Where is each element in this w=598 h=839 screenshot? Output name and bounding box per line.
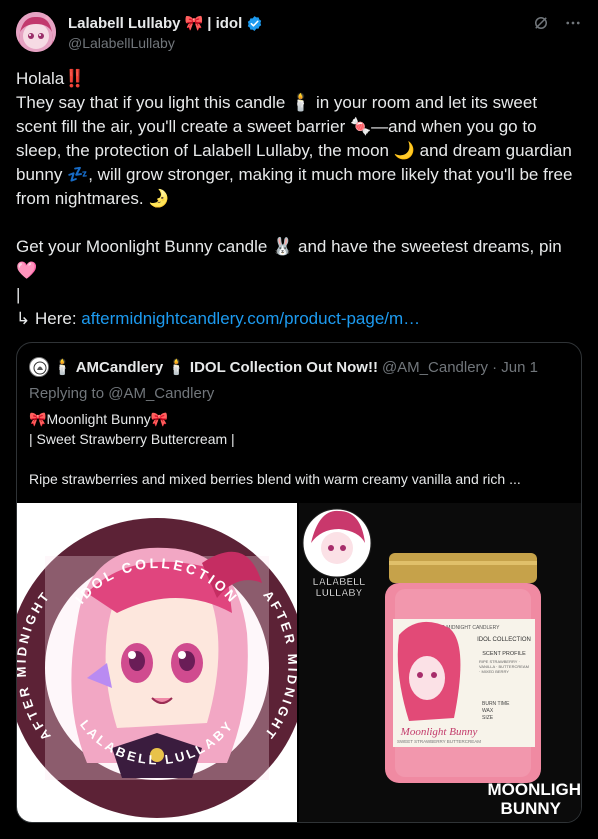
here-label: ↳ Here: xyxy=(16,309,77,328)
product-title: Moonlight Bunny xyxy=(46,411,151,427)
quoted-author-avatar[interactable] xyxy=(29,357,49,377)
author-handle[interactable]: @LalabellLullaby xyxy=(68,35,263,51)
quoted-post-text: 🎀Moonlight Bunny🎀 | Sweet Strawberry But… xyxy=(29,409,569,489)
candle-emoji: 🕯️ xyxy=(53,359,72,376)
label-size: SIZE xyxy=(482,715,494,721)
quoted-author-name-a[interactable]: AMCandlery xyxy=(76,359,164,376)
ribbon-emoji: 🎀 xyxy=(29,411,47,427)
label-title: Moonlight Bunny xyxy=(400,726,478,738)
label-wax: WAX xyxy=(482,708,494,714)
quoted-post-header: 🕯️ AMCandlery 🕯️ IDOL Collection Out Now… xyxy=(29,357,538,377)
candy-emoji: 🍬 xyxy=(349,117,372,136)
quoted-post[interactable]: 🕯️ AMCandlery 🕯️ IDOL Collection Out Now… xyxy=(16,342,582,823)
para2-part-b: and have the sweetest dreams, pin xyxy=(298,237,562,256)
product-link[interactable]: aftermidnightcandlery.com/product-page/m… xyxy=(81,309,420,328)
quoted-author-name-b[interactable]: IDOL Collection Out Now!! xyxy=(190,359,378,376)
label-burn: BURN TIME xyxy=(482,701,510,707)
quoted-author-handle[interactable]: @AM_Candlery xyxy=(382,359,488,376)
candle-emoji: 🕯️ xyxy=(290,93,312,112)
author-block: Lalabell Lullaby 🎀 | idol @LalabellLulla… xyxy=(68,14,263,51)
candle-emoji: 🕯️ xyxy=(167,359,186,376)
zzz-emoji: 💤 xyxy=(67,165,89,184)
label-sub: SWEET STRAWBERRY BUTTERCREAM xyxy=(397,739,481,744)
corner-text-line2: BUNNY xyxy=(501,799,562,818)
post-header: Lalabell Lullaby 🎀 | idol @LalabellLulla… xyxy=(16,12,582,52)
label-profile: SCENT PROFILE xyxy=(482,651,526,657)
heart-emoji: 🩷 xyxy=(16,261,38,280)
badge-line1: LALABELL xyxy=(313,577,366,588)
more-icon[interactable] xyxy=(564,14,582,35)
ribbon-emoji: 🎀 xyxy=(184,15,204,32)
corner-text-line1: MOONLIGH xyxy=(488,780,582,799)
separator-bar: | xyxy=(16,285,21,304)
jar-lid xyxy=(389,553,537,583)
author-name[interactable]: Lalabell Lullaby xyxy=(68,15,181,32)
character-illustration xyxy=(45,547,269,780)
ribbon-emoji: 🎀 xyxy=(150,411,169,427)
label-notes: RIPE STRAWBERRY · VANILLA · BUTTERCREAM … xyxy=(479,659,529,674)
product-subtitle: | Sweet Strawberry Buttercream | xyxy=(29,431,235,447)
author-name-suffix[interactable]: | idol xyxy=(207,15,242,32)
candle-photo[interactable]: LALABELL LULLABY AFTER MIDNIGHT CANDLERY… xyxy=(299,503,582,822)
badge-line2: LULLABY xyxy=(316,588,363,599)
post-text: Holala‼️ They say that if you light this… xyxy=(16,67,576,331)
author-avatar[interactable] xyxy=(16,12,56,52)
bunny-emoji: 🐰 xyxy=(272,237,294,256)
para2-part-a: Get your Moonlight Bunny candle xyxy=(16,237,268,256)
label-image[interactable]: IDOL COLLECTION AFTER MIDNIGHT AFTER MID… xyxy=(17,503,297,822)
product-description: Ripe strawberries and mixed berries blen… xyxy=(29,471,521,487)
grok-icon[interactable] xyxy=(532,14,550,35)
moon-emoji: 🌙 xyxy=(393,141,415,160)
label-collection: IDOL COLLECTION xyxy=(477,637,531,643)
greeting-text: Holala xyxy=(16,69,65,88)
para1-part-e: , will grow stronger, making it much mor… xyxy=(16,165,573,208)
verified-badge-icon xyxy=(246,15,263,32)
quoted-post-date[interactable]: · Jun 1 xyxy=(492,359,538,376)
para1-part-a: They say that if you light this candle xyxy=(16,93,286,112)
moon-face-emoji: 🌛 xyxy=(148,189,170,208)
replying-to: Replying to @AM_Candlery xyxy=(29,385,215,402)
double-exclamation-emoji: ‼️ xyxy=(64,69,86,88)
